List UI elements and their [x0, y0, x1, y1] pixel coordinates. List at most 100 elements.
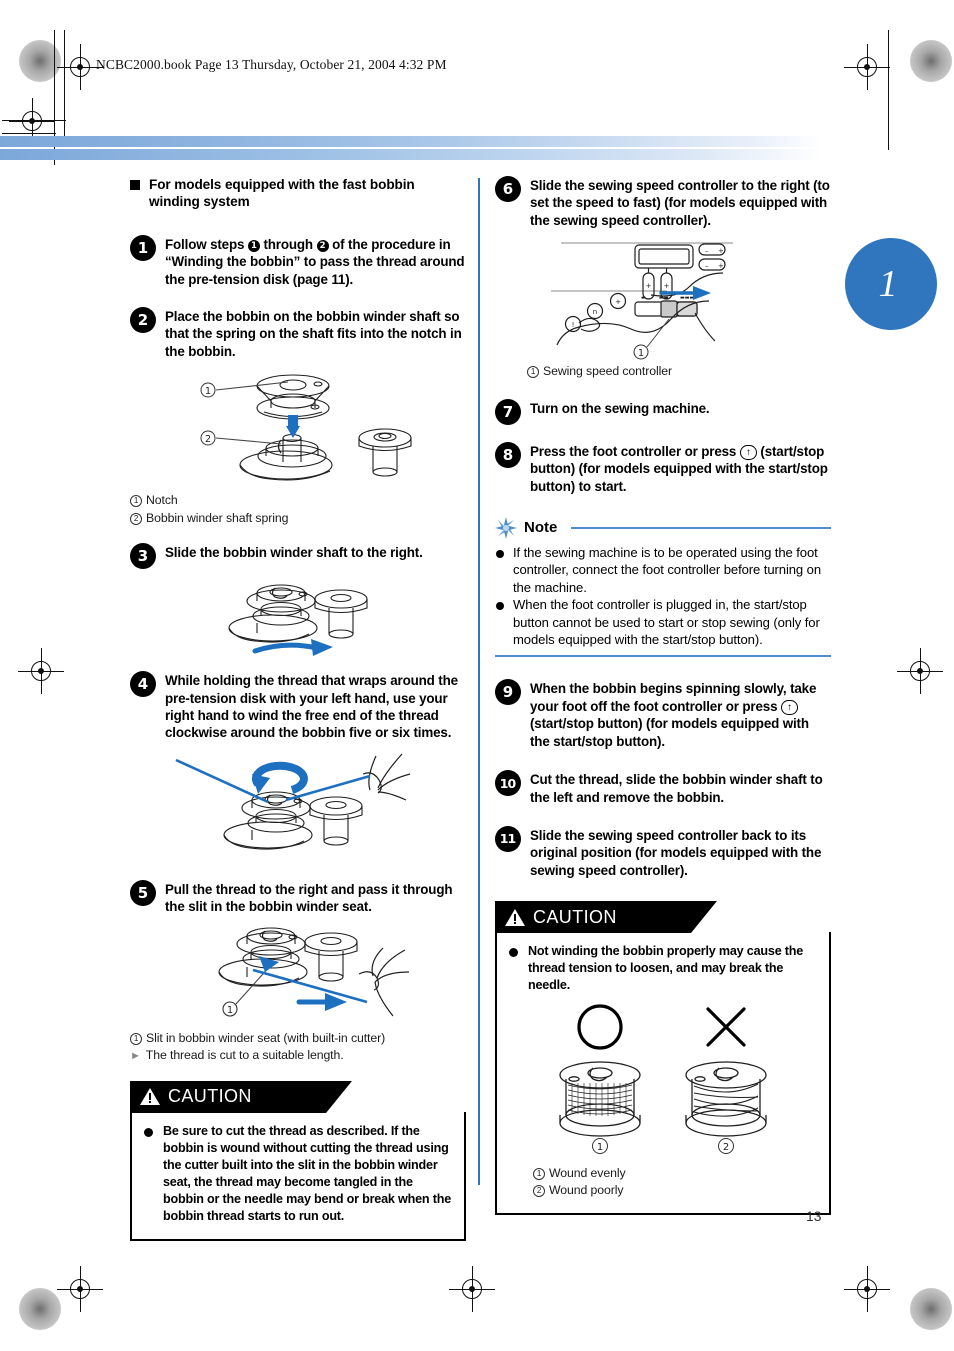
step-7: 7 Turn on the sewing machine.: [495, 398, 831, 425]
caption-item: 1 Slit in bobbin winder seat (with built-…: [130, 1030, 466, 1047]
color-calibration-swatch-bottom-right: [910, 1288, 952, 1330]
step-text: When the bobbin begins spinning slowly, …: [530, 681, 817, 749]
svg-text:!: !: [572, 321, 575, 329]
step-number-badge: 6: [495, 176, 521, 202]
step-1: 1 Follow steps 1 through 2 of the proced…: [130, 234, 466, 288]
page-number: 13: [806, 1208, 822, 1224]
caution-label: CAUTION: [168, 1086, 252, 1107]
start-stop-button-icon: ↑: [780, 699, 798, 715]
warning-triangle-icon: [504, 908, 526, 927]
caption-marker: 1: [130, 495, 142, 508]
note-divider: [571, 526, 831, 529]
step-number-badge: 8: [495, 441, 521, 468]
inline-step-ref-1: 1: [247, 239, 260, 252]
note-header: Note: [495, 516, 831, 539]
step-text: Follow steps 1 through 2 of the procedur…: [165, 236, 465, 287]
svg-text:▬▬▬: ▬▬▬: [680, 295, 694, 301]
step-text: Pull the thread to the right and pass it…: [165, 881, 453, 915]
print-header-filename: NCBC2000.book Page 13 Thursday, October …: [96, 57, 447, 72]
caution-body: Not winding the bobbin properly may caus…: [495, 932, 831, 1215]
start-stop-button-icon: ↑: [739, 444, 757, 460]
step-text: Slide the bobbin winder shaft to the rig…: [165, 545, 423, 561]
figure-5-caption-list: 1 Slit in bobbin winder seat (with built-…: [130, 1030, 466, 1065]
crop-line-left-horizontal-a: [2, 120, 66, 121]
caption-item: 1 Sewing speed controller: [527, 363, 831, 380]
step-number-badge: 4: [130, 671, 156, 698]
figure-bobbin-winding-comparison: 1 2: [509, 1003, 817, 1163]
caution-figure-caption-list: 1 Wound evenly 2 Wound poorly: [533, 1165, 817, 1200]
triangle-bullet-icon: ►: [130, 1050, 141, 1063]
registration-mark-left-middle: [18, 648, 64, 694]
inline-step-ref-2: 2: [316, 239, 329, 252]
svg-text:▬▬: ▬▬: [659, 295, 669, 301]
figure-pull-thread-through-slit: 1: [130, 920, 466, 1028]
registration-mark-top-left: [57, 44, 103, 90]
bullet-square-icon: [130, 180, 140, 190]
step-6: 6 Slide the sewing speed controller to t…: [495, 176, 831, 229]
step-text: While holding the thread that wraps arou…: [165, 673, 458, 741]
step-10: 10 Cut the thread, slide the bobbin wind…: [495, 770, 831, 806]
left-column: For models equipped with the fast bobbin…: [130, 176, 466, 1242]
caution-text: Not winding the bobbin properly may caus…: [509, 943, 817, 994]
color-calibration-swatch-bottom-left: [19, 1288, 61, 1330]
step-2: 2 Place the bobbin on the bobbin winder …: [130, 307, 466, 360]
caption-marker: 1: [533, 1167, 545, 1180]
svg-text:+: +: [718, 247, 724, 255]
warning-triangle-icon: [139, 1087, 161, 1106]
figure-wind-thread-clockwise: [130, 748, 466, 866]
caution-banner: CAUTION: [130, 1080, 352, 1113]
svg-text:+: +: [664, 282, 670, 290]
step-number-badge: 10: [495, 770, 521, 797]
chapter-tab-number: 1: [845, 238, 937, 330]
caption-marker: 2: [533, 1185, 545, 1198]
note-items: If the sewing machine is to be operated …: [495, 544, 831, 648]
step-11: 11 Slide the sewing speed controller bac…: [495, 825, 831, 879]
registration-mark-top-right: [844, 44, 890, 90]
caution-body: Be sure to cut the thread as described. …: [130, 1111, 466, 1241]
registration-mark-bottom-center: [449, 1266, 495, 1312]
figure-bobbin-on-shaft: 1 2: [130, 368, 466, 488]
starburst-icon: [495, 516, 517, 539]
caution-box-left: CAUTION Be sure to cut the thread as des…: [130, 1080, 466, 1242]
svg-text:–: –: [705, 262, 709, 270]
caption-item: 2 Bobbin winder shaft spring: [130, 510, 466, 527]
step-number-badge: 1: [130, 234, 156, 261]
step-number-badge: 3: [130, 543, 156, 570]
crop-line-left-vertical-b: [64, 30, 65, 145]
crop-line-right-vertical: [888, 30, 889, 150]
svg-text:1: 1: [597, 1142, 603, 1153]
caption-item: 1 Notch: [130, 492, 466, 509]
right-column: 6 Slide the sewing speed controller to t…: [495, 176, 831, 1216]
step-9: 9 When the bobbin begins spinning slowly…: [495, 679, 831, 750]
figure-slide-shaft-right: [130, 571, 466, 659]
caution-text: Be sure to cut the thread as described. …: [144, 1123, 452, 1226]
svg-text:▬: ▬: [641, 295, 646, 301]
svg-text:1: 1: [205, 386, 211, 397]
caution-label: CAUTION: [533, 906, 617, 927]
color-calibration-swatch-top-right: [910, 40, 952, 82]
figure-2-caption-list: 1 Notch 2 Bobbin winder shaft spring: [130, 492, 466, 527]
section-heading: For models equipped with the fast bobbin…: [130, 176, 466, 211]
step-text: Slide the sewing speed controller back t…: [530, 827, 822, 878]
step-text: Slide the sewing speed controller to the…: [530, 178, 830, 228]
step-number-badge: 9: [495, 679, 521, 706]
svg-text:+: +: [718, 262, 724, 270]
svg-text:+: +: [615, 298, 621, 306]
caption-item: 1 Wound evenly: [533, 1165, 817, 1182]
registration-mark-right-middle: [897, 648, 943, 694]
svg-text:n: n: [593, 308, 597, 316]
figure-sewing-speed-controller: + n ! + + – + – + ▬ ▬▬ ▬▬▬ 1: [495, 235, 831, 363]
caution-banner: CAUTION: [495, 901, 717, 934]
step-text: Cut the thread, slide the bobbin winder …: [530, 772, 823, 805]
step-3: 3 Slide the bobbin winder shaft to the r…: [130, 543, 466, 570]
step-text: Press the foot controller or press ↑ (st…: [530, 443, 828, 494]
registration-mark-bottom-left: [57, 1266, 103, 1312]
step-text: Turn on the sewing machine.: [530, 400, 710, 416]
svg-text:2: 2: [723, 1142, 729, 1153]
crop-line-left-horizontal-b: [2, 133, 56, 134]
svg-text:2: 2: [205, 434, 211, 445]
note-box: Note If the sewing machine is to be oper…: [495, 516, 831, 658]
column-divider: [478, 178, 480, 1185]
note-title: Note: [524, 519, 558, 537]
caption-note: ► The thread is cut to a suitable length.: [130, 1047, 466, 1065]
